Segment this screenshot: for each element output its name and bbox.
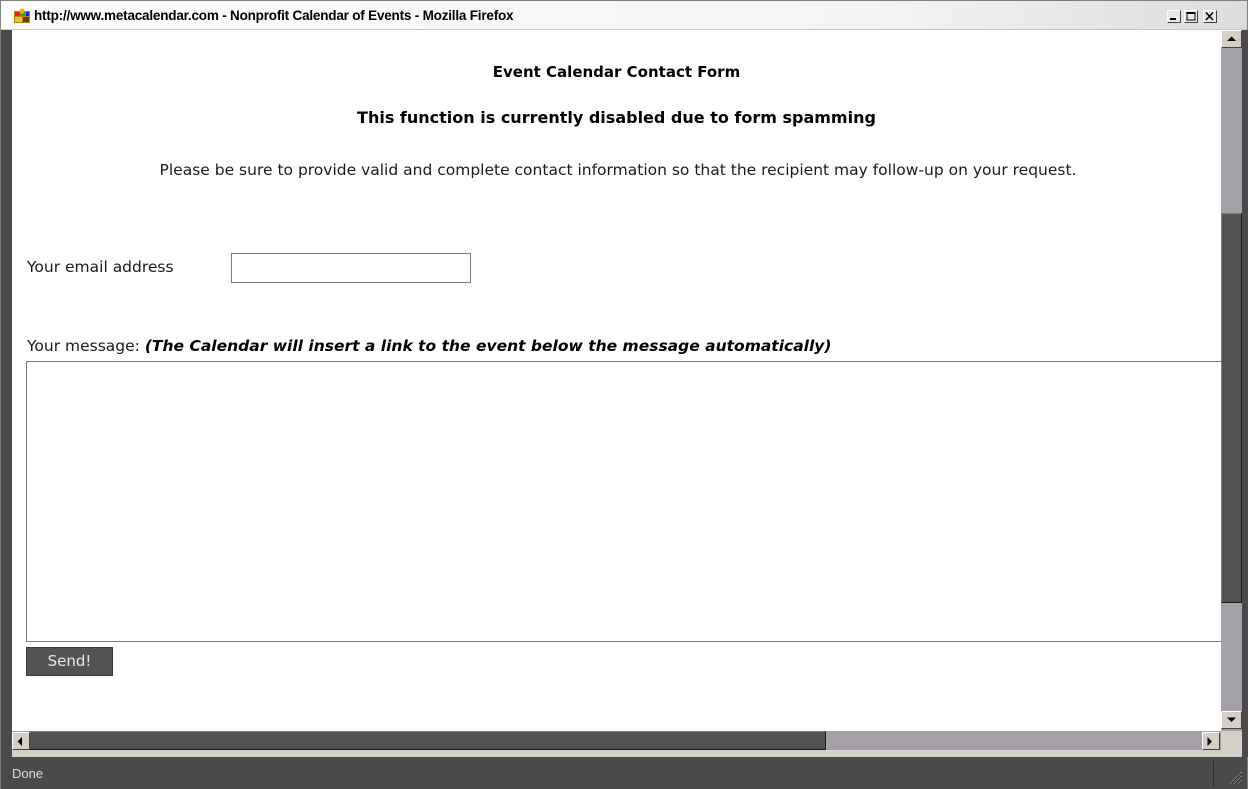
message-textarea[interactable] (26, 361, 1221, 642)
maximize-button[interactable] (1184, 10, 1198, 23)
send-button[interactable]: Send! (26, 647, 113, 676)
page-content: Event Calendar Contact Form This functio… (12, 30, 1221, 731)
scroll-down-button[interactable] (1221, 711, 1242, 729)
close-icon (1205, 12, 1214, 21)
browser-window: http://www.metacalendar.com - Nonprofit … (0, 0, 1248, 789)
disabled-notice: This function is currently disabled due … (357, 108, 876, 127)
horizontal-scrollbar-thumb[interactable] (29, 731, 826, 750)
scroll-up-button[interactable] (1221, 30, 1242, 48)
minimize-button[interactable] (1167, 10, 1181, 23)
arrow-left-icon (17, 737, 22, 746)
window-frame-right (1242, 30, 1248, 757)
title-bar[interactable]: http://www.metacalendar.com - Nonprofit … (1, 1, 1247, 30)
scrollbar-corner (1221, 731, 1242, 750)
form-title: Event Calendar Contact Form (492, 63, 741, 81)
arrow-down-icon (1227, 717, 1236, 722)
minimize-icon (1170, 18, 1176, 20)
close-button[interactable] (1203, 10, 1217, 23)
firefox-icon (13, 8, 31, 24)
email-field[interactable] (231, 253, 471, 283)
window-frame-left (1, 30, 12, 757)
arrow-up-icon (1227, 36, 1236, 41)
message-note: (The Calendar will insert a link to the … (144, 337, 832, 355)
status-text: Done (12, 766, 44, 781)
arrow-right-icon (1207, 737, 1212, 746)
email-label: Your email address (27, 258, 174, 276)
scroll-left-button[interactable] (12, 732, 30, 750)
window-title: http://www.metacalendar.com - Nonprofit … (34, 8, 514, 23)
resize-grip-icon[interactable] (1225, 767, 1243, 785)
status-bar (1, 757, 1247, 789)
message-label: Your message: (27, 337, 140, 355)
vertical-scrollbar-thumb[interactable] (1221, 213, 1242, 603)
scroll-right-button[interactable] (1202, 732, 1220, 750)
status-divider (1213, 761, 1214, 787)
maximize-icon (1186, 12, 1196, 21)
intro-text: Please be sure to provide valid and comp… (159, 161, 1077, 179)
message-label-row: Your message: (The Calendar will insert … (27, 337, 831, 355)
